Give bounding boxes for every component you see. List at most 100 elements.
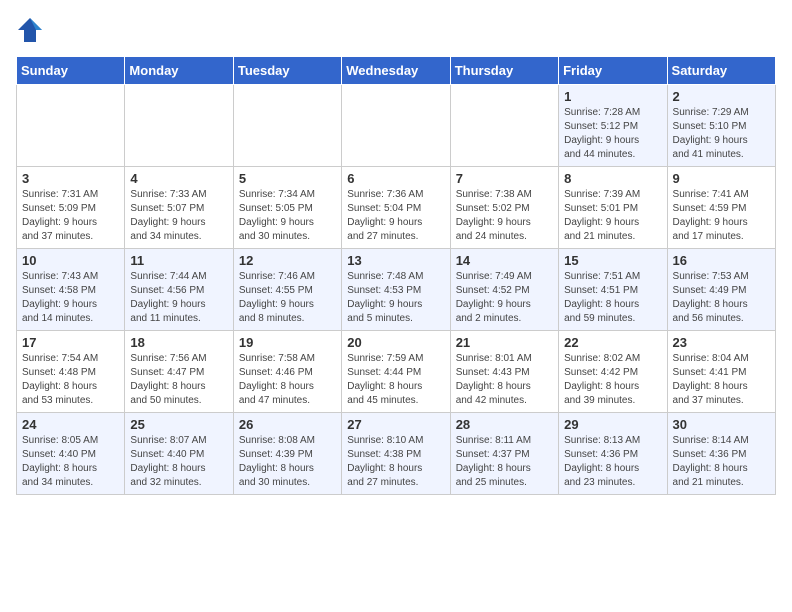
day-number: 18: [130, 335, 227, 350]
calendar-cell: 7 Sunrise: 7:38 AM Sunset: 5:02 PM Daylig…: [450, 167, 558, 249]
calendar-cell: 29 Sunrise: 8:13 AM Sunset: 4:36 PM Dayli…: [559, 413, 667, 495]
day-number: 3: [22, 171, 119, 186]
day-number: 8: [564, 171, 661, 186]
day-number: 12: [239, 253, 336, 268]
weekday-header-saturday: Saturday: [667, 57, 775, 85]
calendar-cell: [450, 85, 558, 167]
calendar-cell: 18 Sunrise: 7:56 AM Sunset: 4:47 PM Dayli…: [125, 331, 233, 413]
day-info: Sunrise: 7:54 AM Sunset: 4:48 PM Dayligh…: [22, 352, 119, 408]
day-info: Sunrise: 7:31 AM Sunset: 5:09 PM Dayligh…: [22, 188, 119, 244]
day-number: 15: [564, 253, 661, 268]
weekday-header-tuesday: Tuesday: [233, 57, 341, 85]
calendar-cell: 15 Sunrise: 7:51 AM Sunset: 4:51 PM Dayli…: [559, 249, 667, 331]
calendar-cell: 27 Sunrise: 8:10 AM Sunset: 4:38 PM Dayli…: [342, 413, 450, 495]
calendar-cell: 19Sunrise: 7:58 AM Sunset: 4:46 PM Dayli…: [233, 331, 341, 413]
day-info: Sunrise: 7:53 AM Sunset: 4:49 PM Dayligh…: [673, 270, 770, 326]
day-number: 23: [673, 335, 770, 350]
calendar-cell: [342, 85, 450, 167]
calendar-cell: 20 Sunrise: 7:59 AM Sunset: 4:44 PM Dayli…: [342, 331, 450, 413]
day-info: Sunrise: 7:39 AM Sunset: 5:01 PM Dayligh…: [564, 188, 661, 244]
calendar-week-5: 24Sunrise: 8:05 AM Sunset: 4:40 PM Dayli…: [17, 413, 776, 495]
calendar-cell: 14 Sunrise: 7:49 AM Sunset: 4:52 PM Dayli…: [450, 249, 558, 331]
calendar-cell: [233, 85, 341, 167]
day-info: Sunrise: 7:38 AM Sunset: 5:02 PM Dayligh…: [456, 188, 553, 244]
calendar-cell: 2 Sunrise: 7:29 AM Sunset: 5:10 PM Daylig…: [667, 85, 775, 167]
logo: [16, 16, 48, 44]
day-number: 27: [347, 417, 444, 432]
calendar-cell: 10Sunrise: 7:43 AM Sunset: 4:58 PM Dayli…: [17, 249, 125, 331]
day-number: 5: [239, 171, 336, 186]
calendar-cell: 8 Sunrise: 7:39 AM Sunset: 5:01 PM Daylig…: [559, 167, 667, 249]
calendar-cell: 1Sunrise: 7:28 AM Sunset: 5:12 PM Daylig…: [559, 85, 667, 167]
day-number: 11: [130, 253, 227, 268]
day-number: 10: [22, 253, 119, 268]
day-info: Sunrise: 7:36 AM Sunset: 5:04 PM Dayligh…: [347, 188, 444, 244]
day-number: 16: [673, 253, 770, 268]
day-number: 29: [564, 417, 661, 432]
calendar-cell: 11 Sunrise: 7:44 AM Sunset: 4:56 PM Dayli…: [125, 249, 233, 331]
weekday-row: SundayMondayTuesdayWednesdayThursdayFrid…: [17, 57, 776, 85]
day-info: Sunrise: 7:46 AM Sunset: 4:55 PM Dayligh…: [239, 270, 336, 326]
day-info: Sunrise: 7:48 AM Sunset: 4:53 PM Dayligh…: [347, 270, 444, 326]
day-number: 1: [564, 89, 661, 104]
day-number: 19: [239, 335, 336, 350]
day-number: 13: [347, 253, 444, 268]
day-number: 21: [456, 335, 553, 350]
calendar-cell: 4Sunrise: 7:33 AM Sunset: 5:07 PM Daylig…: [125, 167, 233, 249]
calendar-week-3: 10Sunrise: 7:43 AM Sunset: 4:58 PM Dayli…: [17, 249, 776, 331]
calendar-cell: 9Sunrise: 7:41 AM Sunset: 4:59 PM Daylig…: [667, 167, 775, 249]
calendar-cell: 22Sunrise: 8:02 AM Sunset: 4:42 PM Dayli…: [559, 331, 667, 413]
day-number: 30: [673, 417, 770, 432]
day-info: Sunrise: 8:04 AM Sunset: 4:41 PM Dayligh…: [673, 352, 770, 408]
day-info: Sunrise: 8:11 AM Sunset: 4:37 PM Dayligh…: [456, 434, 553, 490]
calendar-cell: 25 Sunrise: 8:07 AM Sunset: 4:40 PM Dayli…: [125, 413, 233, 495]
day-info: Sunrise: 7:33 AM Sunset: 5:07 PM Dayligh…: [130, 188, 227, 244]
calendar-cell: 26 Sunrise: 8:08 AM Sunset: 4:39 PM Dayli…: [233, 413, 341, 495]
logo-icon: [16, 16, 44, 44]
calendar-body: 1Sunrise: 7:28 AM Sunset: 5:12 PM Daylig…: [17, 85, 776, 495]
day-info: Sunrise: 8:14 AM Sunset: 4:36 PM Dayligh…: [673, 434, 770, 490]
day-info: Sunrise: 8:08 AM Sunset: 4:39 PM Dayligh…: [239, 434, 336, 490]
day-number: 20: [347, 335, 444, 350]
calendar-week-2: 3 Sunrise: 7:31 AM Sunset: 5:09 PM Daylig…: [17, 167, 776, 249]
day-number: 9: [673, 171, 770, 186]
calendar-header: SundayMondayTuesdayWednesdayThursdayFrid…: [17, 57, 776, 85]
day-info: Sunrise: 7:59 AM Sunset: 4:44 PM Dayligh…: [347, 352, 444, 408]
weekday-header-monday: Monday: [125, 57, 233, 85]
day-number: 2: [673, 89, 770, 104]
weekday-header-friday: Friday: [559, 57, 667, 85]
day-info: Sunrise: 8:05 AM Sunset: 4:40 PM Dayligh…: [22, 434, 119, 490]
day-number: 22: [564, 335, 661, 350]
day-info: Sunrise: 8:01 AM Sunset: 4:43 PM Dayligh…: [456, 352, 553, 408]
day-info: Sunrise: 8:07 AM Sunset: 4:40 PM Dayligh…: [130, 434, 227, 490]
calendar-cell: 17Sunrise: 7:54 AM Sunset: 4:48 PM Dayli…: [17, 331, 125, 413]
day-info: Sunrise: 7:51 AM Sunset: 4:51 PM Dayligh…: [564, 270, 661, 326]
day-info: Sunrise: 7:44 AM Sunset: 4:56 PM Dayligh…: [130, 270, 227, 326]
day-info: Sunrise: 8:10 AM Sunset: 4:38 PM Dayligh…: [347, 434, 444, 490]
header: [16, 16, 776, 44]
day-info: Sunrise: 7:29 AM Sunset: 5:10 PM Dayligh…: [673, 106, 770, 162]
day-info: Sunrise: 8:13 AM Sunset: 4:36 PM Dayligh…: [564, 434, 661, 490]
calendar-cell: 23 Sunrise: 8:04 AM Sunset: 4:41 PM Dayli…: [667, 331, 775, 413]
day-number: 7: [456, 171, 553, 186]
calendar-cell: 13 Sunrise: 7:48 AM Sunset: 4:53 PM Dayli…: [342, 249, 450, 331]
calendar-cell: 5Sunrise: 7:34 AM Sunset: 5:05 PM Daylig…: [233, 167, 341, 249]
day-number: 6: [347, 171, 444, 186]
day-info: Sunrise: 7:49 AM Sunset: 4:52 PM Dayligh…: [456, 270, 553, 326]
calendar-cell: 6 Sunrise: 7:36 AM Sunset: 5:04 PM Daylig…: [342, 167, 450, 249]
day-number: 28: [456, 417, 553, 432]
calendar-cell: 21 Sunrise: 8:01 AM Sunset: 4:43 PM Dayli…: [450, 331, 558, 413]
calendar-cell: 3 Sunrise: 7:31 AM Sunset: 5:09 PM Daylig…: [17, 167, 125, 249]
weekday-header-thursday: Thursday: [450, 57, 558, 85]
day-number: 25: [130, 417, 227, 432]
day-info: Sunrise: 7:56 AM Sunset: 4:47 PM Dayligh…: [130, 352, 227, 408]
calendar-week-4: 17Sunrise: 7:54 AM Sunset: 4:48 PM Dayli…: [17, 331, 776, 413]
day-number: 14: [456, 253, 553, 268]
calendar-cell: 24Sunrise: 8:05 AM Sunset: 4:40 PM Dayli…: [17, 413, 125, 495]
weekday-header-wednesday: Wednesday: [342, 57, 450, 85]
calendar-cell: 12 Sunrise: 7:46 AM Sunset: 4:55 PM Dayli…: [233, 249, 341, 331]
calendar-week-1: 1Sunrise: 7:28 AM Sunset: 5:12 PM Daylig…: [17, 85, 776, 167]
weekday-header-sunday: Sunday: [17, 57, 125, 85]
calendar-cell: [17, 85, 125, 167]
day-number: 26: [239, 417, 336, 432]
